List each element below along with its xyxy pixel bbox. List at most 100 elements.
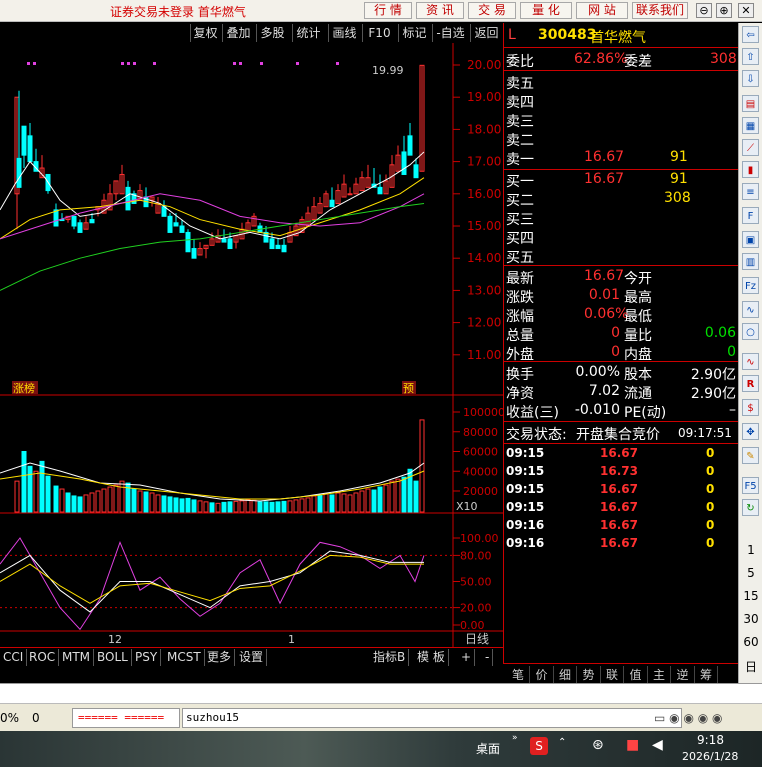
candle-body[interactable] [413,164,419,179]
zoom-out-button[interactable]: - [482,649,494,666]
volume-bar[interactable] [185,497,191,513]
candle-body[interactable] [407,135,413,156]
multi-stock-button[interactable]: 多股 [256,24,288,42]
volume-bar[interactable] [71,495,77,513]
volume-bar[interactable] [401,476,407,513]
template-button[interactable]: 模 板 [414,649,449,666]
volume-bar[interactable] [395,478,401,513]
candle-body[interactable] [21,125,27,156]
volume-bar[interactable] [299,498,305,513]
maximize-icon[interactable]: ⊕ [716,3,732,18]
volume-bar[interactable] [137,490,143,513]
candle-body[interactable] [27,135,33,163]
volume-bar[interactable] [179,498,185,513]
trade-button[interactable]: 交 易 [468,2,516,19]
period-button[interactable]: 5 [739,566,762,580]
period-button[interactable]: 1 [739,543,762,557]
quotes-button[interactable]: 行 情 [364,2,412,19]
arrow-left-icon[interactable]: ⇦ [742,26,759,43]
volume-bar[interactable] [119,480,125,513]
volume-bar[interactable] [89,492,95,513]
sogou-icon[interactable]: S [530,737,548,755]
statistics-button[interactable]: 统计 [292,24,324,42]
arrow-down-icon[interactable]: ⇩ [742,70,759,87]
f10-button[interactable]: F10 [362,24,396,42]
volume-bar[interactable] [341,493,347,513]
grid-icon[interactable]: ▤ [742,95,759,112]
volume-bar[interactable] [287,500,293,513]
arrow-up-icon[interactable]: ⇧ [742,48,759,65]
volume-bar[interactable] [305,497,311,513]
candle-body[interactable] [401,151,407,175]
candle-body[interactable] [125,186,131,211]
volume-bar[interactable] [161,495,167,513]
volume-bar[interactable] [257,501,263,513]
volume-bar[interactable] [77,496,83,513]
pencil-icon[interactable]: ✎ [742,447,759,464]
volume-bar[interactable] [275,501,281,513]
volume-bar[interactable] [293,499,299,513]
expand-icon[interactable]: » [512,733,518,743]
volume-bar[interactable] [143,491,149,513]
zoom-in-button[interactable]: + [458,649,476,666]
clock-date[interactable]: 2026/1/28 [682,750,738,763]
volume-bar[interactable] [359,490,365,513]
security-icon[interactable]: ■ [626,737,639,753]
volume-bar[interactable] [347,494,353,513]
f10-icon[interactable]: F [742,207,759,224]
volume-bar[interactable] [95,490,101,513]
volume-bar[interactable] [173,497,179,513]
volume-bar[interactable] [317,494,323,513]
volume-bar[interactable] [59,488,65,513]
volume-bar[interactable] [53,485,59,513]
candle-body[interactable] [16,157,22,188]
quote-tab[interactable]: 势 [578,666,601,683]
quote-tab[interactable]: 价 [531,666,554,683]
candle-body[interactable] [167,215,173,233]
tray-arrow-icon[interactable]: ⌃ [558,737,566,748]
volume-bar[interactable] [45,475,51,513]
candle-body[interactable] [227,238,233,250]
period-label[interactable]: 日线 [465,632,489,646]
list-icon[interactable]: ≡ [742,183,759,200]
candle-body[interactable] [179,225,185,233]
desktop-label[interactable]: 桌面 [476,740,500,757]
volume-bar[interactable] [365,488,371,513]
volume-bar[interactable] [209,502,215,513]
tab-mcst[interactable]: MCST [164,649,205,666]
kline-chart[interactable]: 20.00 19.00 18.00 17.00 16.00 15.00 14.00 13.00… [0,43,503,647]
circle-icon[interactable]: ○ [742,323,759,340]
tab-mtm[interactable]: MTM [59,649,95,666]
volume-bar[interactable] [377,486,383,513]
mark-button[interactable]: 标记 [398,24,430,42]
candle-body[interactable] [89,219,95,224]
volume-bar[interactable] [353,492,359,513]
speaker-icon[interactable]: ◀ [652,737,663,753]
volume-bar[interactable] [113,484,119,513]
candle-body[interactable] [71,215,77,227]
draw-line-button[interactable]: 画线 [328,24,360,42]
period-button[interactable]: 日 [739,658,762,675]
candle-body[interactable] [77,222,83,233]
move-icon[interactable]: ✥ [742,423,759,440]
quote-tab[interactable]: 细 [554,666,577,683]
volume-bar[interactable] [33,470,39,513]
candle-body[interactable] [221,238,227,243]
volume-bar[interactable] [131,488,137,513]
volume-bar[interactable] [233,500,239,513]
period-button[interactable]: 15 [739,589,762,603]
analysis-icon[interactable]: ∿ [742,301,759,318]
candle-body[interactable] [269,238,275,250]
volume-bar[interactable] [389,480,395,513]
volume-bar[interactable] [269,501,275,513]
volume-bar[interactable] [27,465,33,513]
close-icon[interactable]: ✕ [738,3,754,18]
table-icon[interactable]: ▦ [742,117,759,134]
line-chart-icon[interactable]: ⟋ [742,139,759,156]
dollar-icon[interactable]: $ [742,399,759,416]
volume-bar[interactable] [251,499,257,513]
volume-bar[interactable] [197,500,203,513]
candle-body[interactable] [377,186,383,195]
volume-bar[interactable] [215,502,221,513]
tab-more[interactable]: 更多 [204,649,236,666]
